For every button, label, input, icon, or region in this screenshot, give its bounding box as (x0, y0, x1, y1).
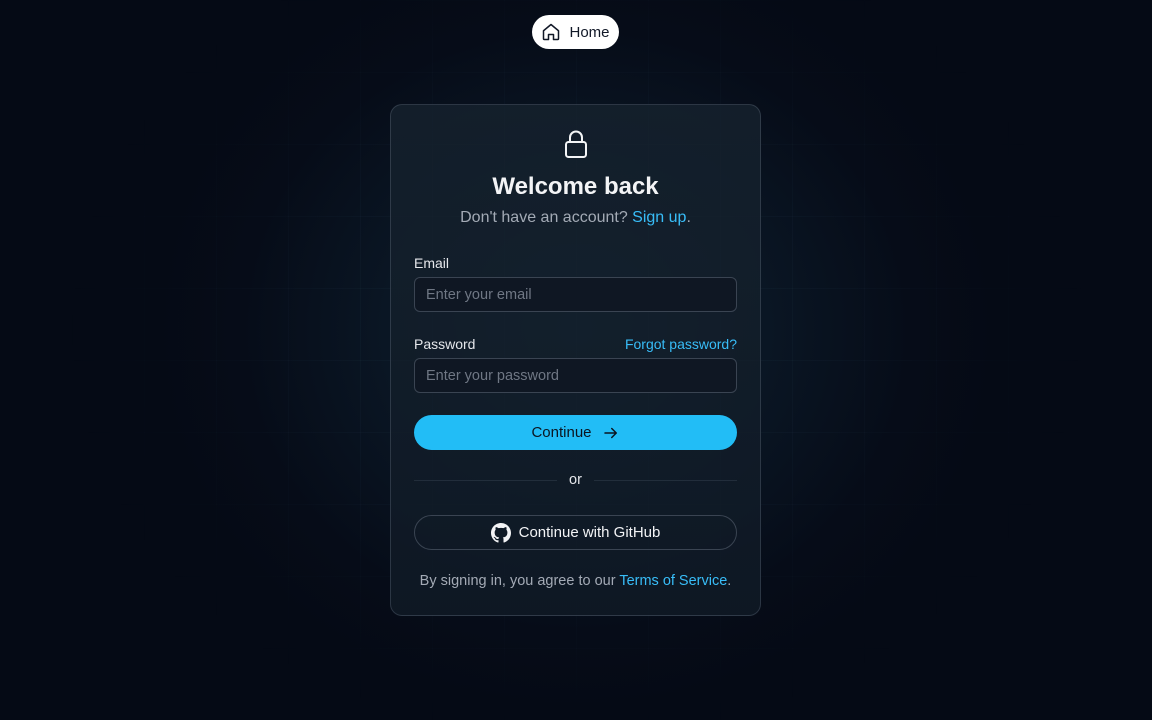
or-divider: or (414, 472, 737, 488)
divider-line-right (593, 479, 737, 481)
continue-button[interactable]: Continue (414, 415, 737, 450)
signup-prompt: Don't have an account? Sign up. (391, 209, 760, 227)
github-icon (490, 522, 511, 543)
password-field[interactable] (414, 358, 737, 393)
signup-link[interactable]: Sign up (632, 209, 686, 226)
arrow-right-icon (602, 424, 620, 442)
home-button[interactable]: Home (532, 15, 619, 49)
divider-text: or (569, 472, 582, 488)
page-title: Welcome back (492, 173, 659, 200)
forgot-password-link[interactable]: Forgot password? (625, 336, 737, 352)
signup-prompt-suffix: . (686, 209, 691, 226)
lock-icon (563, 129, 589, 159)
password-label: Password (414, 336, 476, 352)
home-label: Home (569, 23, 610, 41)
login-card: Welcome back Don't have an account? Sign… (390, 104, 761, 616)
continue-label: Continue (531, 424, 592, 441)
signup-prompt-text: Don't have an account? (460, 209, 633, 226)
terms-text: By signing in, you agree to our (419, 573, 620, 589)
home-icon (541, 22, 561, 42)
github-signin-button[interactable]: Continue with GitHub (414, 515, 737, 550)
divider-line-left (414, 479, 558, 481)
email-label: Email (414, 255, 450, 271)
github-label: Continue with GitHub (518, 524, 661, 541)
terms-link[interactable]: Terms of Service (619, 573, 727, 589)
email-field[interactable] (414, 277, 737, 312)
terms-suffix: . (727, 573, 732, 589)
terms-notice: By signing in, you agree to our Terms of… (391, 573, 760, 589)
